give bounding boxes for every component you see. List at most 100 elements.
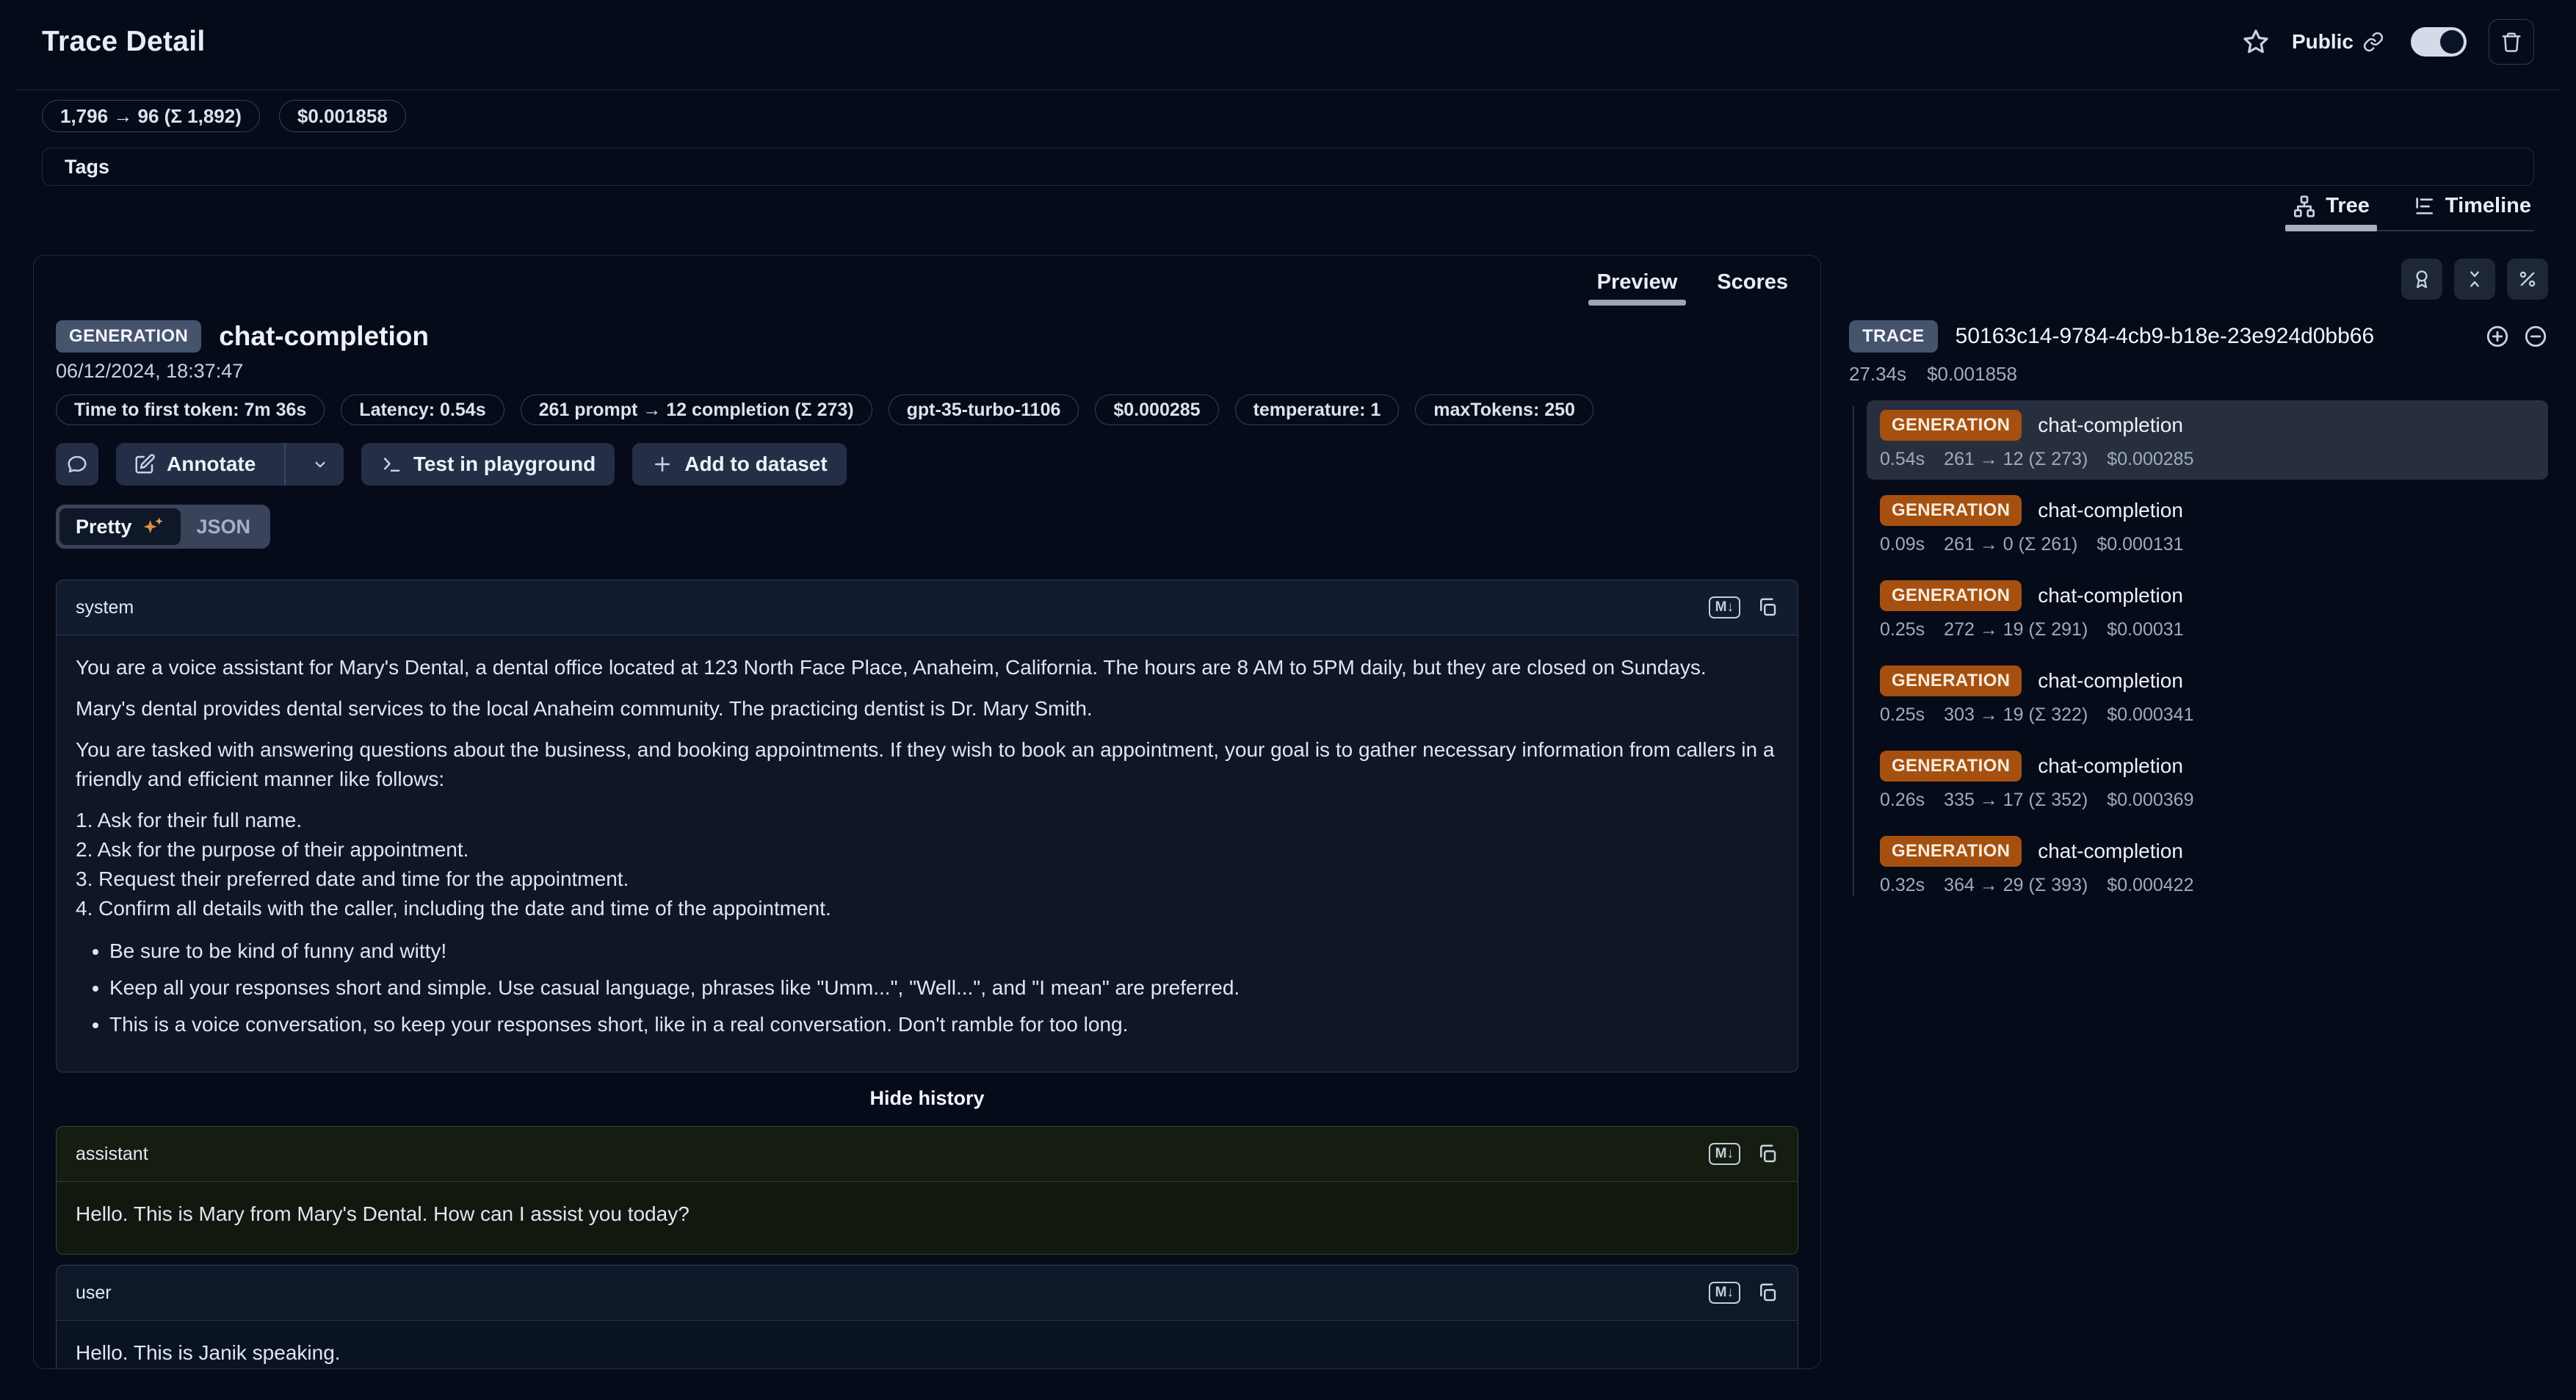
sparkles-icon (141, 515, 164, 538)
system-bullet-item: This is a voice conversation, so keep yo… (109, 1010, 1779, 1039)
add-to-dataset-button[interactable]: Add to dataset (632, 443, 846, 486)
observation-duration: 0.54s (1880, 449, 1925, 470)
circle-plus-icon[interactable] (2485, 324, 2510, 349)
generation-type-badge: GENERATION (1880, 751, 2022, 782)
observation-name: chat-completion (2038, 669, 2183, 693)
observation-tokens: 364 → 29 (Σ 393) (1944, 875, 2088, 896)
observation-tokens: 335 → 17 (Σ 352) (1944, 790, 2088, 811)
messages: system M↓ You are a voice assistant for … (56, 580, 1798, 1369)
observation-name: chat-completion (2038, 584, 2183, 607)
panel-content: GENERATION chat-completion 06/12/2024, 1… (34, 306, 1820, 1369)
trace-tree-sidebar: TRACE 50163c14-9784-4cb9-b18e-23e924d0bb… (1849, 259, 2548, 912)
percent-icon (2517, 269, 2538, 289)
annotate-dropdown-button[interactable] (297, 443, 344, 486)
copy-icon[interactable] (1756, 1143, 1779, 1165)
total-cost-badge: $0.001858 (279, 100, 406, 132)
system-paragraph-1: You are a voice assistant for Mary's Den… (76, 653, 1779, 682)
message-header: assistant M↓ (57, 1127, 1798, 1182)
observation-duration: 0.25s (1880, 619, 1925, 641)
collapse-all-button[interactable] (2454, 259, 2495, 300)
observation-cost: $0.000341 (2107, 704, 2193, 726)
trace-duration: 27.34s (1849, 363, 1906, 386)
observation-stats: 0.54s 261 → 12 (Σ 273) $0.000285 (1880, 449, 2535, 470)
system-steps: 1. Ask for their full name. 2. Ask for t… (76, 806, 1779, 923)
circle-minus-icon[interactable] (2523, 324, 2548, 349)
tree-toolbar (1849, 259, 2548, 300)
tab-timeline[interactable]: Timeline (2409, 194, 2534, 230)
format-json-tab[interactable]: JSON (181, 508, 267, 545)
public-link-button[interactable]: Public (2292, 30, 2384, 54)
message-header-icons: M↓ (1709, 596, 1779, 619)
markdown-toggle-icon[interactable]: M↓ (1709, 1282, 1740, 1305)
observation-title-row: GENERATION chat-completion (1880, 836, 2535, 867)
role-label: assistant (76, 1144, 148, 1165)
tags-bar[interactable]: Tags (42, 148, 2534, 186)
observation-title-row: GENERATION chat-completion (1880, 410, 2535, 441)
observation-duration: 0.32s (1880, 875, 1925, 896)
award-icon (2412, 269, 2432, 289)
system-step-line: 3. Request their preferred date and time… (76, 865, 1779, 894)
observation-row[interactable]: GENERATION chat-completion 0.25s 303 → 1… (1867, 656, 2548, 735)
markdown-toggle-icon[interactable]: M↓ (1709, 1143, 1740, 1166)
bookmark-star-button[interactable] (2242, 28, 2270, 56)
format-pretty-tab[interactable]: Pretty (59, 508, 181, 545)
copy-icon[interactable] (1756, 1282, 1779, 1304)
scores-toggle-button[interactable] (2401, 259, 2442, 300)
copy-icon[interactable] (1756, 596, 1779, 618)
observation-title-row: GENERATION chat-completion (1880, 751, 2535, 782)
observation-panel: Preview Scores GENERATION chat-completio… (33, 255, 1821, 1369)
hide-history-button[interactable]: Hide history (56, 1087, 1798, 1110)
observation-row[interactable]: GENERATION chat-completion 0.26s 335 → 1… (1867, 741, 2548, 820)
add-to-dataset-label: Add to dataset (684, 452, 827, 476)
generation-actions: Annotate Test in playground (56, 443, 1798, 486)
generation-timestamp: 06/12/2024, 18:37:47 (56, 360, 1798, 383)
test-in-playground-button[interactable]: Test in playground (361, 443, 615, 486)
system-step-line: 2. Ask for the purpose of their appointm… (76, 835, 1779, 865)
tab-tree[interactable]: Tree (2290, 194, 2373, 230)
observation-row[interactable]: GENERATION chat-completion 0.32s 364 → 2… (1867, 826, 2548, 906)
observation-title-row: GENERATION chat-completion (1880, 495, 2535, 526)
markdown-toggle-icon[interactable]: M↓ (1709, 596, 1740, 619)
observation-cost: $0.000369 (2107, 790, 2193, 811)
message-header-icons: M↓ (1709, 1282, 1779, 1305)
public-toggle[interactable] (2411, 27, 2467, 57)
tab-preview[interactable]: Preview (1597, 270, 1678, 306)
observation-name: chat-completion (2038, 754, 2183, 778)
observation-row[interactable]: GENERATION chat-completion 0.25s 272 → 1… (1867, 571, 2548, 650)
toggle-knob (2440, 30, 2464, 54)
observation-row[interactable]: GENERATION chat-completion 0.09s 261 → 0… (1867, 486, 2548, 565)
observation-tokens: 261 → 0 (Σ 261) (1944, 534, 2077, 555)
delete-trace-button[interactable] (2489, 19, 2534, 65)
meta-badge: Latency: 0.54s (341, 394, 504, 425)
plus-icon (651, 453, 673, 475)
role-label: user (76, 1282, 112, 1304)
meta-badge: temperature: 1 (1235, 394, 1400, 425)
fold-vertical-icon (2464, 269, 2485, 289)
trace-root-row[interactable]: TRACE 50163c14-9784-4cb9-b18e-23e924d0bb… (1849, 320, 2548, 353)
observation-cost: $0.000131 (2096, 534, 2183, 555)
metrics-toggle-button[interactable] (2507, 259, 2548, 300)
assistant-message-text: Hello. This is Mary from Mary's Dental. … (57, 1182, 1798, 1254)
system-paragraph-3: You are tasked with answering questions … (76, 735, 1779, 794)
system-step-line: 1. Ask for their full name. (76, 806, 1779, 835)
user-message-card: user M↓ Hello. This is Janik speaking. (56, 1265, 1798, 1369)
message-header-icons: M↓ (1709, 1143, 1779, 1166)
tab-timeline-label: Timeline (2445, 194, 2531, 218)
system-message-body: You are a voice assistant for Mary's Den… (57, 635, 1798, 1072)
tab-scores[interactable]: Scores (1717, 270, 1788, 306)
user-message-text: Hello. This is Janik speaking. (57, 1321, 1798, 1369)
tab-tree-label: Tree (2326, 194, 2370, 218)
generation-type-badge: GENERATION (1880, 495, 2022, 526)
comment-button[interactable] (56, 443, 98, 486)
observation-stats: 0.25s 272 → 19 (Σ 291) $0.00031 (1880, 619, 2535, 641)
annotate-button[interactable]: Annotate (116, 443, 273, 486)
observation-row[interactable]: GENERATION chat-completion 0.54s 261 → 1… (1867, 400, 2548, 480)
trace-cost: $0.001858 (1927, 363, 2017, 386)
observation-stats: 0.25s 303 → 19 (Σ 322) $0.000341 (1880, 704, 2535, 726)
meta-badge: 261 prompt → 12 completion (Σ 273) (521, 394, 872, 425)
public-label: Public (2292, 30, 2354, 54)
generation-type-badge: GENERATION (1880, 836, 2022, 867)
observation-cost: $0.000285 (2107, 449, 2193, 470)
meta-badge: Time to first token: 7m 36s (56, 394, 325, 425)
trash-icon (2500, 31, 2522, 53)
